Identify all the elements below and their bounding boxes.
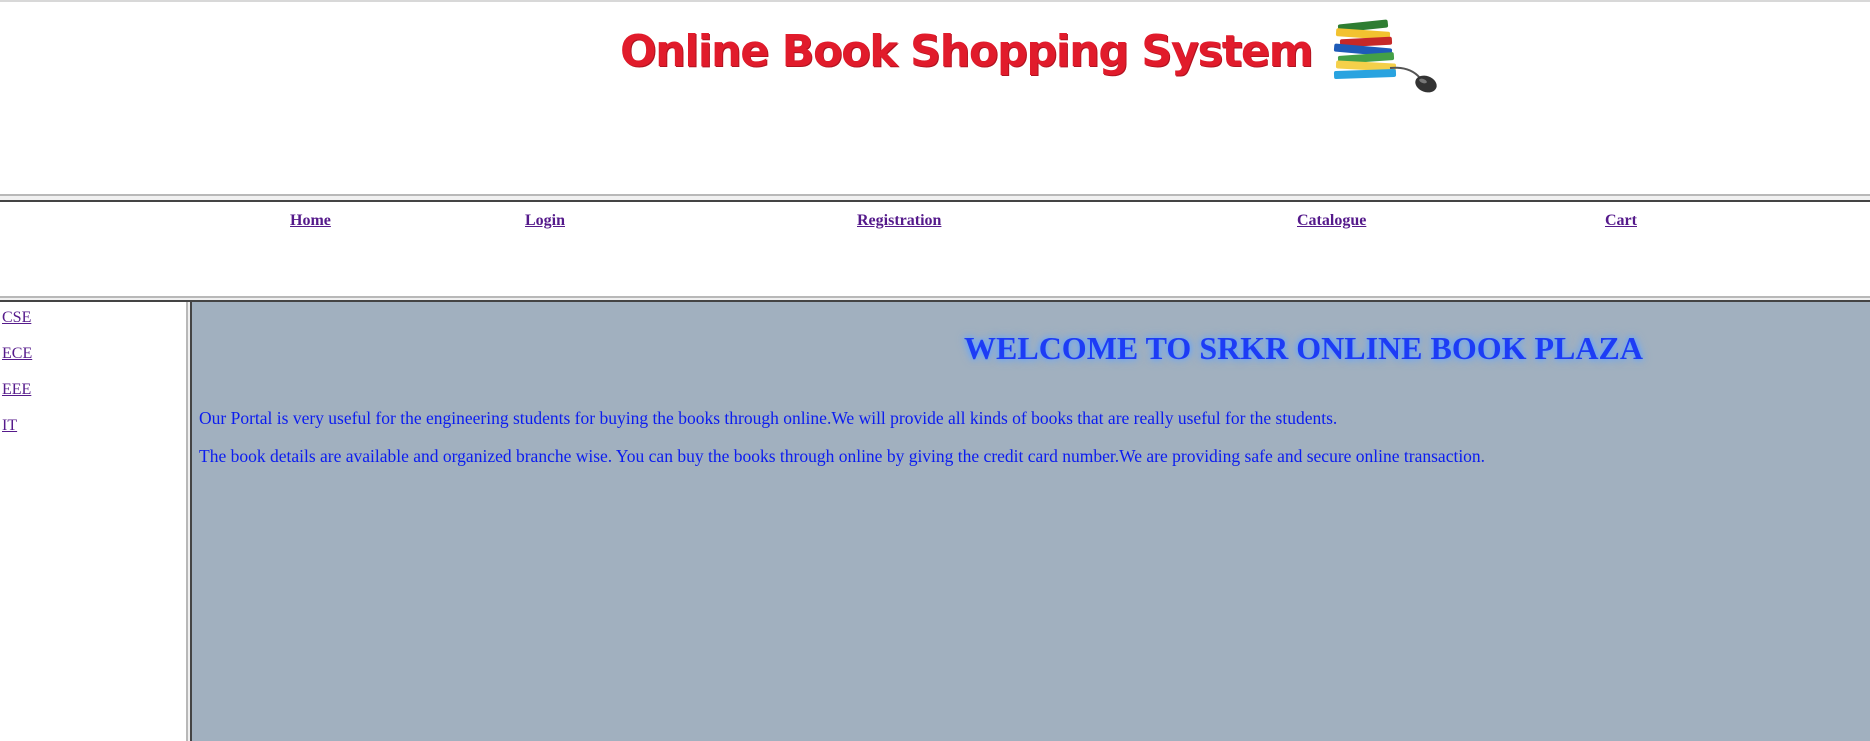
branch-sidebar: CSE ECE EEE IT [0, 302, 186, 741]
site-title: Online Book Shopping System [620, 26, 1314, 77]
nav-link-home[interactable]: Home [290, 212, 331, 230]
main-content-frame: WELCOME TO SRKR ONLINE BOOK PLAZA Our Po… [192, 302, 1870, 741]
sidebar-item-cse[interactable]: CSE [2, 309, 31, 327]
intro-paragraph: Our Portal is very useful for the engine… [199, 408, 1338, 428]
sidebar-item-it[interactable]: IT [2, 417, 17, 435]
details-paragraph: The book details are available and organ… [199, 446, 1486, 466]
nav-link-login[interactable]: Login [525, 212, 565, 230]
site-logo: Online Book Shopping System [620, 16, 1440, 102]
books-mouse-icon [1334, 19, 1437, 93]
welcome-heading: WELCOME TO SRKR ONLINE BOOK PLAZA [964, 330, 1643, 366]
sidebar-item-eee[interactable]: EEE [2, 381, 31, 399]
nav-frame: Home Login Registration Catalogue Cart [0, 202, 1870, 296]
nav-link-cart[interactable]: Cart [1605, 212, 1637, 230]
sidebar-item-ece[interactable]: ECE [2, 345, 32, 363]
frame-separator-top[interactable] [0, 194, 1870, 202]
banner-frame: Online Book Shopping System [0, 2, 1870, 194]
nav-link-catalogue[interactable]: Catalogue [1297, 212, 1366, 230]
nav-link-registration[interactable]: Registration [857, 212, 941, 230]
